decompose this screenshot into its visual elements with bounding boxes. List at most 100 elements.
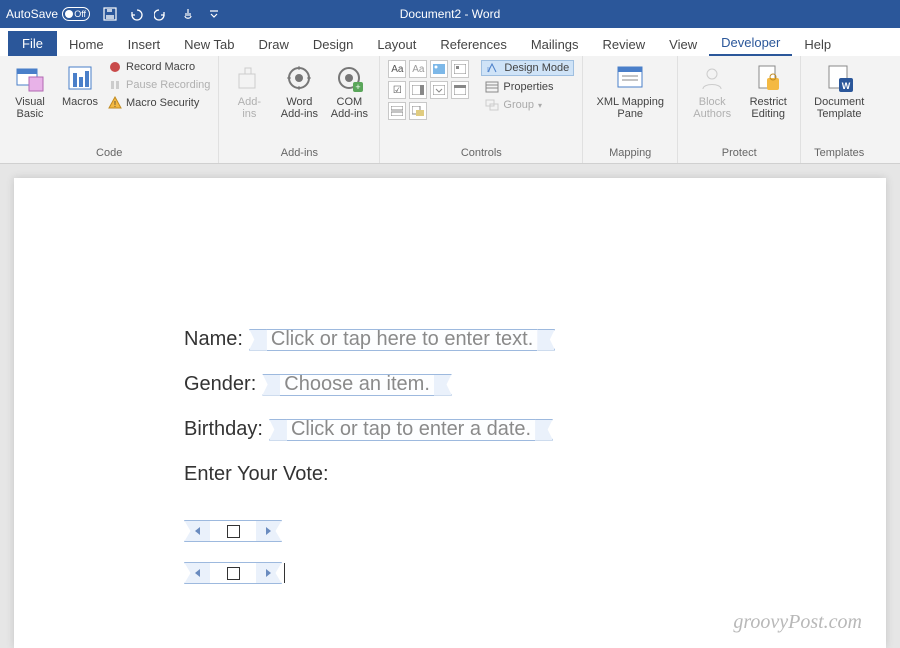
group-label-controls: Controls <box>388 145 574 163</box>
window-title: Document2 - Word <box>400 7 500 21</box>
content-control-handle-right-icon[interactable] <box>256 520 282 542</box>
document-page[interactable]: Name: Click or tap here to enter text. G… <box>14 178 886 648</box>
properties-button[interactable]: Properties <box>481 80 574 94</box>
quick-access-toolbar <box>102 6 222 22</box>
group-label-mapping: Mapping <box>591 145 669 163</box>
date-picker-control-icon[interactable] <box>451 81 469 99</box>
content-control-handle-right-icon[interactable] <box>537 329 555 351</box>
restrict-editing-icon <box>752 62 784 94</box>
checkbox-2[interactable] <box>210 562 256 584</box>
birthday-label: Birthday: <box>184 418 263 441</box>
group-label-addins: Add-ins <box>227 145 371 163</box>
svg-text:!: ! <box>114 100 116 109</box>
tab-references[interactable]: References <box>428 33 518 56</box>
text-cursor <box>284 563 285 583</box>
checkbox-icon <box>227 525 240 538</box>
warning-icon: ! <box>108 96 122 110</box>
design-mode-button[interactable]: Design Mode <box>481 60 574 76</box>
group-protect: Block Authors Restrict Editing Protect <box>678 56 801 163</box>
group-button[interactable]: Group ▾ <box>481 98 574 112</box>
macro-security-button[interactable]: !Macro Security <box>108 96 210 110</box>
content-control-handle-left-icon[interactable] <box>269 419 287 441</box>
visual-basic-icon <box>14 62 46 94</box>
content-control-handle-left-icon[interactable] <box>184 562 210 584</box>
content-control-handle-right-icon[interactable] <box>535 419 553 441</box>
tab-file[interactable]: File <box>8 31 57 56</box>
touch-mode-icon[interactable] <box>180 6 196 22</box>
xml-mapping-button[interactable]: XML Mapping Pane <box>591 60 669 120</box>
content-control-handle-left-icon[interactable] <box>249 329 267 351</box>
name-label: Name: <box>184 328 243 351</box>
group-icon <box>485 99 499 111</box>
tab-newtab[interactable]: New Tab <box>172 33 246 56</box>
tab-review[interactable]: Review <box>591 33 658 56</box>
checkbox-icon <box>227 567 240 580</box>
com-addins-icon: + <box>333 62 365 94</box>
redo-icon[interactable] <box>154 6 170 22</box>
restrict-editing-button[interactable]: Restrict Editing <box>744 60 792 120</box>
gender-label: Gender: <box>184 373 256 396</box>
document-template-button[interactable]: W Document Template <box>809 60 869 120</box>
macros-button[interactable]: Macros <box>58 60 102 108</box>
dropdown-control-icon[interactable] <box>430 81 448 99</box>
block-authors-button: Block Authors <box>686 60 738 120</box>
birthday-content-control[interactable]: Click or tap to enter a date. <box>269 419 553 441</box>
content-control-handle-left-icon[interactable] <box>262 374 280 396</box>
word-addins-button[interactable]: Word Add-ins <box>277 60 321 120</box>
plain-text-control-icon[interactable]: Aa <box>409 60 427 78</box>
addins-button: Add- ins <box>227 60 271 120</box>
group-label-templates: Templates <box>809 145 869 163</box>
group-mapping: XML Mapping Pane Mapping <box>583 56 678 163</box>
combobox-control-icon[interactable] <box>409 81 427 99</box>
repeating-section-control-icon[interactable] <box>388 102 406 120</box>
xml-mapping-icon <box>614 62 646 94</box>
vote-checkbox-control-1[interactable] <box>184 520 282 542</box>
building-block-control-icon[interactable] <box>451 60 469 78</box>
name-content-control[interactable]: Click or tap here to enter text. <box>249 329 555 351</box>
autosave-toggle[interactable]: AutoSave Off <box>6 7 90 21</box>
vote-checkbox-control-2[interactable] <box>184 562 282 584</box>
group-addins: Add- ins Word Add-ins + COM Add-ins Add-… <box>219 56 380 163</box>
tab-draw[interactable]: Draw <box>247 33 301 56</box>
com-addins-button[interactable]: + COM Add-ins <box>327 60 371 120</box>
design-mode-icon <box>486 62 500 74</box>
svg-text:W: W <box>842 81 851 91</box>
name-placeholder: Click or tap here to enter text. <box>267 329 537 351</box>
tab-view[interactable]: View <box>657 33 709 56</box>
undo-icon[interactable] <box>128 6 144 22</box>
pause-recording-button: Pause Recording <box>108 78 210 92</box>
word-addins-icon <box>283 62 315 94</box>
tab-mailings[interactable]: Mailings <box>519 33 591 56</box>
document-template-icon: W <box>823 62 855 94</box>
picture-control-icon[interactable] <box>430 60 448 78</box>
tab-home[interactable]: Home <box>57 33 116 56</box>
addins-icon <box>233 62 265 94</box>
rich-text-control-icon[interactable]: Aa <box>388 60 406 78</box>
tab-developer[interactable]: Developer <box>709 31 792 56</box>
checkbox-control-icon[interactable]: ☑ <box>388 81 406 99</box>
ribbon: Visual Basic Macros Record Macro Pause R… <box>0 56 900 164</box>
visual-basic-button[interactable]: Visual Basic <box>8 60 52 120</box>
tab-help[interactable]: Help <box>792 33 843 56</box>
content-control-handle-left-icon[interactable] <box>184 520 210 542</box>
group-code: Visual Basic Macros Record Macro Pause R… <box>0 56 219 163</box>
qat-customize-icon[interactable] <box>206 6 222 22</box>
save-icon[interactable] <box>102 6 118 22</box>
checkbox-1[interactable] <box>210 520 256 542</box>
autosave-label: AutoSave <box>6 7 58 21</box>
tab-layout[interactable]: Layout <box>365 33 428 56</box>
field-name: Name: Click or tap here to enter text. <box>184 328 886 351</box>
svg-text:+: + <box>356 82 361 92</box>
tab-design[interactable]: Design <box>301 33 365 56</box>
legacy-tools-icon[interactable] <box>409 102 427 120</box>
content-control-handle-right-icon[interactable] <box>256 562 282 584</box>
toggle-switch-icon: Off <box>62 7 90 21</box>
record-macro-button[interactable]: Record Macro <box>108 60 210 74</box>
watermark: groovyPost.com <box>733 611 862 634</box>
tab-insert[interactable]: Insert <box>116 33 173 56</box>
content-control-handle-right-icon[interactable] <box>434 374 452 396</box>
gender-content-control[interactable]: Choose an item. <box>262 374 452 396</box>
group-templates: W Document Template Templates <box>801 56 877 163</box>
field-vote: Enter Your Vote: <box>184 463 886 486</box>
group-controls: Aa Aa ☑ Design Mode Properti <box>380 56 583 163</box>
